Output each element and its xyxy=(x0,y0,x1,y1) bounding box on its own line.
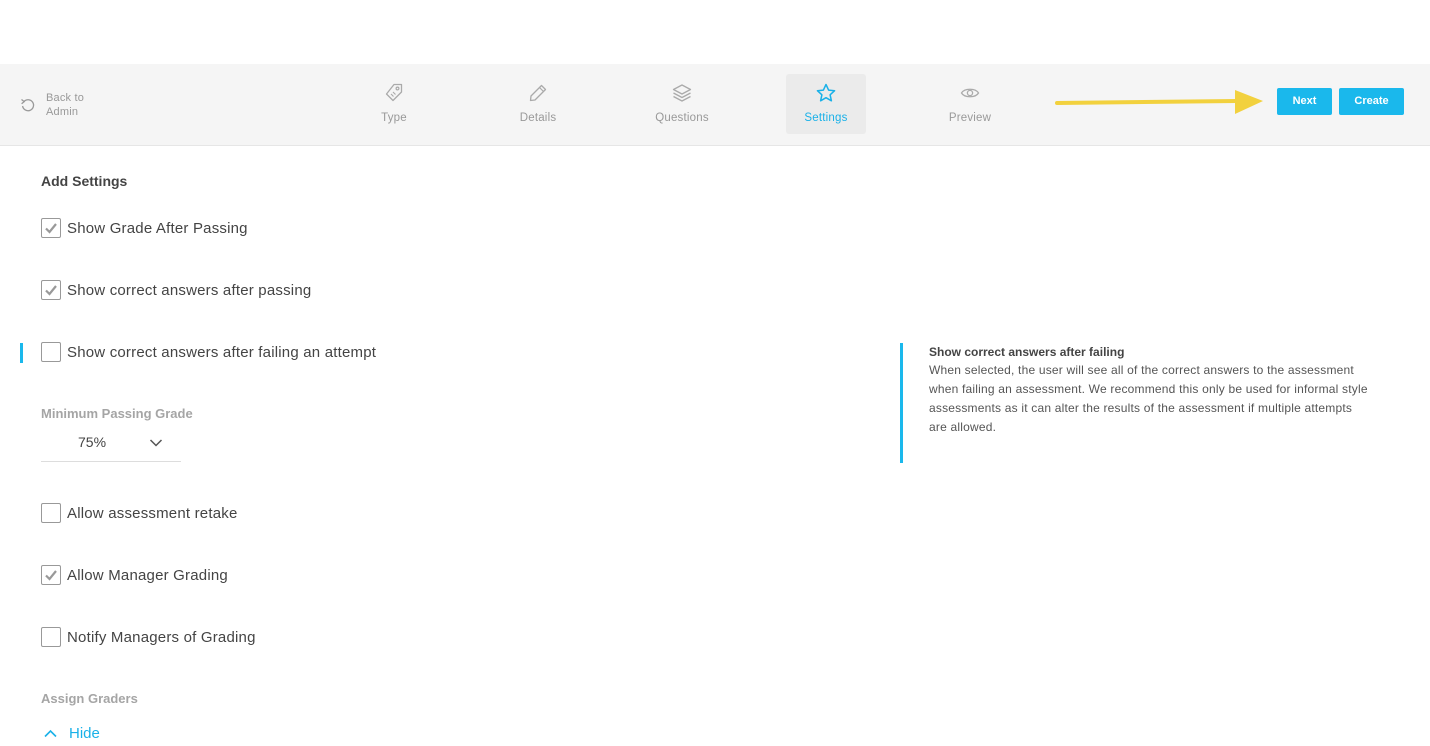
step-settings[interactable]: Settings xyxy=(786,74,866,134)
checkbox[interactable] xyxy=(41,218,61,238)
annotation-arrow-icon xyxy=(1055,90,1263,114)
focus-indicator xyxy=(20,343,23,363)
min-passing-grade-select[interactable]: 75% xyxy=(41,429,181,462)
checkbox[interactable] xyxy=(41,503,61,523)
hide-toggle-link[interactable]: Hide xyxy=(44,725,100,742)
step-preview-label: Preview xyxy=(948,112,992,124)
checkmark-icon xyxy=(45,570,57,581)
checkbox[interactable] xyxy=(41,627,61,647)
hide-label: Hide xyxy=(69,725,100,742)
eye-icon xyxy=(960,88,980,98)
next-button[interactable]: Next xyxy=(1277,88,1332,115)
option-show-grade-after-passing[interactable]: Show Grade After Passing xyxy=(41,218,248,238)
option-label: Allow Manager Grading xyxy=(67,566,228,584)
min-passing-grade-label: Minimum Passing Grade xyxy=(41,406,193,421)
chevron-down-icon xyxy=(149,439,163,447)
checkbox[interactable] xyxy=(41,342,61,362)
back-to-admin-link[interactable]: Back to Admin xyxy=(20,91,98,119)
option-allow-retake[interactable]: Allow assessment retake xyxy=(41,503,238,523)
option-label: Notify Managers of Grading xyxy=(67,628,256,646)
step-details-label: Details xyxy=(519,112,557,124)
step-type-label: Type xyxy=(381,112,407,124)
checkmark-icon xyxy=(45,285,57,296)
step-questions-label: Questions xyxy=(655,112,709,124)
help-text: When selected, the user will see all of … xyxy=(929,363,1368,434)
create-button[interactable]: Create xyxy=(1339,88,1404,115)
step-settings-label: Settings xyxy=(804,112,848,124)
step-preview[interactable]: Preview xyxy=(930,74,1010,134)
assign-graders-label: Assign Graders xyxy=(41,691,138,706)
layers-icon xyxy=(672,84,692,102)
step-type[interactable]: Type xyxy=(354,74,434,134)
step-questions[interactable]: Questions xyxy=(642,74,722,134)
undo-icon xyxy=(21,98,35,112)
option-notify-managers[interactable]: Notify Managers of Grading xyxy=(41,627,256,647)
option-allow-manager-grading[interactable]: Allow Manager Grading xyxy=(41,565,228,585)
tag-icon xyxy=(385,83,403,102)
checkbox[interactable] xyxy=(41,565,61,585)
option-label: Show correct answers after passing xyxy=(67,281,312,299)
selected-value: 75% xyxy=(78,434,107,450)
option-label: Allow assessment retake xyxy=(67,504,238,522)
option-show-correct-after-failing[interactable]: Show correct answers after failing an at… xyxy=(41,342,376,362)
option-label: Show correct answers after failing an at… xyxy=(67,343,377,361)
step-details[interactable]: Details xyxy=(498,74,578,134)
help-panel: Show correct answers after failing When … xyxy=(900,343,1370,463)
section-title: Add Settings xyxy=(41,173,128,189)
option-show-correct-after-passing[interactable]: Show correct answers after passing xyxy=(41,280,311,300)
help-title: Show correct answers after failing xyxy=(929,345,1125,359)
checkmark-icon xyxy=(45,223,57,234)
checkbox[interactable] xyxy=(41,280,61,300)
pencil-icon xyxy=(529,84,547,102)
chevron-up-icon xyxy=(44,729,57,738)
option-label: Show Grade After Passing xyxy=(67,219,248,237)
star-icon xyxy=(816,83,836,102)
back-label: Back to Admin xyxy=(46,92,85,118)
